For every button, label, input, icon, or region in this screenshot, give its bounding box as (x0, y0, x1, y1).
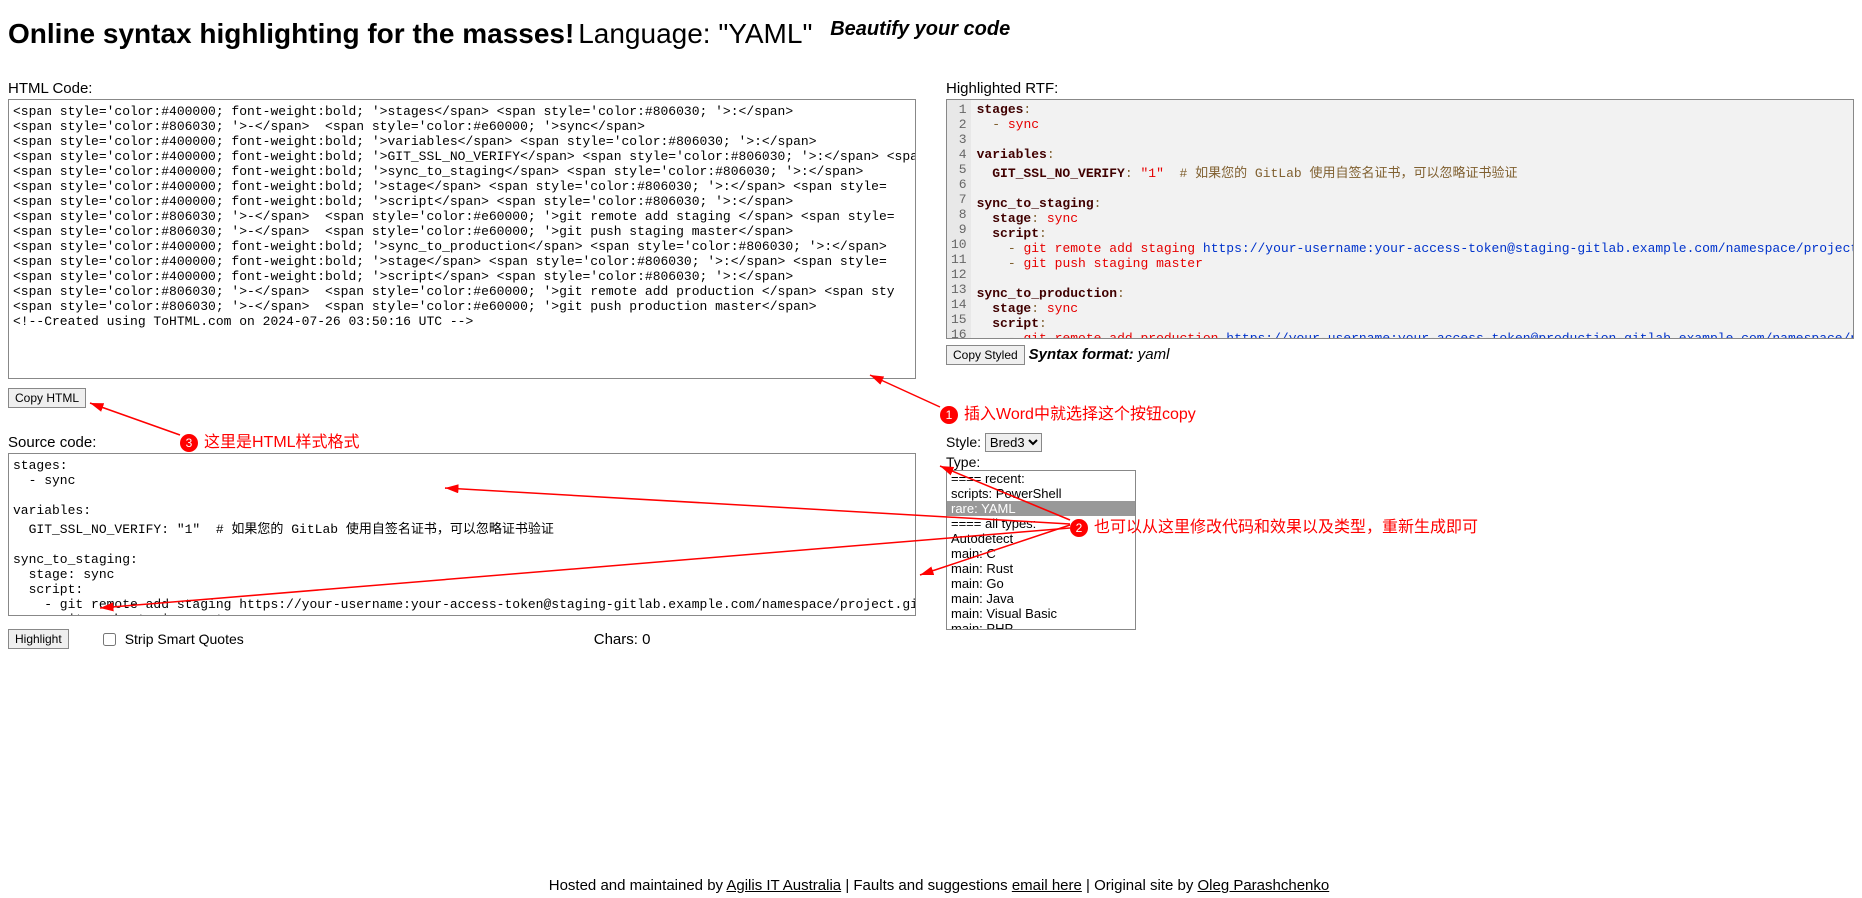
type-option[interactable]: ==== recent: (947, 471, 1135, 486)
type-option[interactable]: main: PHP (947, 621, 1135, 630)
copy-styled-button[interactable]: Copy Styled (946, 345, 1025, 365)
rtf-output[interactable]: 1 2 3 4 5 6 7 8 9 10 11 12 13 14 15 16 1… (946, 99, 1854, 339)
html-code-textarea[interactable] (8, 99, 916, 379)
page-title-lang: Language: "YAML" (578, 18, 820, 49)
footer-agilis-link[interactable]: Agilis IT Australia (726, 877, 841, 894)
style-label: Style: (946, 434, 981, 450)
source-code-label: Source code: (8, 434, 916, 451)
page-header: Online syntax highlighting for the masse… (8, 18, 1854, 50)
highlight-button[interactable]: Highlight (8, 629, 69, 649)
footer-email-link[interactable]: email here (1012, 877, 1082, 894)
style-select[interactable]: Bred3 (985, 433, 1042, 452)
rtf-code-content: stages: - sync variables: GIT_SSL_NO_VER… (971, 100, 1853, 338)
type-listbox[interactable]: ==== recent:scripts: PowerShellrare: YAM… (946, 470, 1136, 630)
syntax-format-label: Syntax format: yaml (1029, 346, 1170, 363)
type-option[interactable]: main: Visual Basic (947, 606, 1135, 621)
type-option[interactable]: rare: YAML (947, 501, 1135, 516)
type-option[interactable]: main: Java (947, 591, 1135, 606)
type-option[interactable]: main: Rust (947, 561, 1135, 576)
html-code-label: HTML Code: (8, 80, 916, 97)
strip-smart-quotes-label[interactable]: Strip Smart Quotes (99, 630, 244, 649)
style-row: Style: Bred3 (946, 433, 1136, 452)
type-option[interactable]: main: C (947, 546, 1135, 561)
type-option[interactable]: Autodetect (947, 531, 1135, 546)
beautify-tag: Beautify your code (830, 18, 1010, 40)
chars-counter: Chars: 0 (594, 631, 651, 648)
strip-smart-quotes-checkbox[interactable] (103, 633, 116, 646)
type-option[interactable]: ==== all types: (947, 516, 1135, 531)
source-code-textarea[interactable] (8, 453, 916, 616)
type-label: Type: (946, 454, 1136, 470)
footer: Hosted and maintained by Agilis IT Austr… (8, 877, 1862, 894)
rtf-label: Highlighted RTF: (946, 80, 1854, 97)
copy-html-button[interactable]: Copy HTML (8, 388, 86, 408)
page-title-bold: Online syntax highlighting for the masse… (8, 18, 574, 49)
type-option[interactable]: main: Go (947, 576, 1135, 591)
footer-oleg-link[interactable]: Oleg Parashchenko (1197, 877, 1329, 894)
type-option[interactable]: scripts: PowerShell (947, 486, 1135, 501)
rtf-line-gutter: 1 2 3 4 5 6 7 8 9 10 11 12 13 14 15 16 1… (947, 100, 971, 338)
